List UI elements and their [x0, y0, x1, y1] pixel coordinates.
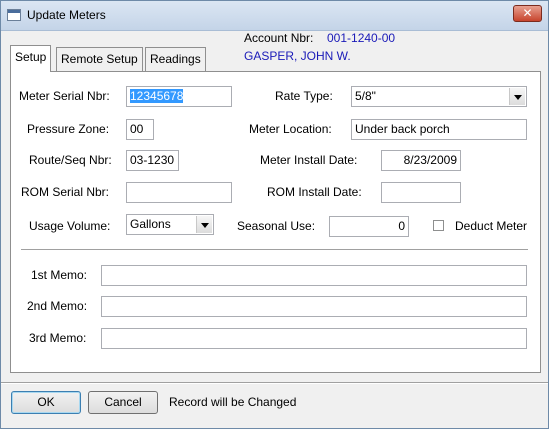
usage-volume-value: Gallons	[130, 217, 171, 231]
memo3-label: 3rd Memo:	[29, 331, 87, 345]
customer-name: GASPER, JOHN W.	[244, 49, 351, 63]
rate-type-select[interactable]: 5/8"	[351, 86, 527, 107]
footer-divider	[1, 382, 548, 384]
tab-remote-setup[interactable]: Remote Setup	[56, 47, 143, 71]
title-bar[interactable]: Update Meters ✕	[1, 1, 548, 31]
chevron-down-icon[interactable]	[196, 216, 212, 233]
window-title: Update Meters	[27, 8, 106, 22]
tab-readings[interactable]: Readings	[145, 47, 206, 71]
rom-serial-input[interactable]	[126, 182, 232, 203]
status-text: Record will be Changed	[169, 395, 297, 409]
memo2-input[interactable]	[101, 296, 527, 317]
meter-serial-input[interactable]: 12345678	[126, 86, 232, 107]
deduct-meter-checkbox[interactable]	[433, 220, 444, 231]
account-number-label: Account Nbr:	[244, 31, 314, 45]
rom-serial-label: ROM Serial Nbr:	[21, 185, 110, 199]
memo3-input[interactable]	[101, 328, 527, 349]
tab-setup[interactable]: Setup	[10, 45, 52, 72]
seasonal-use-input[interactable]: 0	[329, 216, 409, 237]
memo1-label: 1st Memo:	[31, 268, 88, 282]
pressure-zone-label: Pressure Zone:	[27, 122, 110, 136]
divider	[21, 249, 528, 251]
memo1-input[interactable]	[101, 265, 527, 286]
usage-volume-label: Usage Volume:	[29, 219, 111, 233]
close-button[interactable]: ✕	[513, 5, 542, 22]
install-date-input[interactable]: 8/23/2009	[381, 150, 461, 171]
cancel-button[interactable]: Cancel	[88, 391, 158, 414]
memo2-label: 2nd Memo:	[27, 299, 88, 313]
update-meters-window: Update Meters ✕ Account Nbr: 001-1240-00…	[0, 0, 549, 429]
pressure-zone-input[interactable]: 00	[126, 119, 154, 140]
meter-location-label: Meter Location:	[249, 122, 332, 136]
rate-type-label: Rate Type:	[275, 89, 333, 103]
account-number-value: 001-1240-00	[327, 31, 396, 45]
deduct-meter-label: Deduct Meter	[455, 219, 528, 233]
close-icon: ✕	[522, 6, 533, 20]
ok-button[interactable]: OK	[11, 391, 81, 414]
window-icon	[7, 9, 21, 21]
usage-volume-select[interactable]: Gallons	[126, 214, 214, 235]
rom-install-date-label: ROM Install Date:	[267, 185, 362, 199]
rom-install-date-input[interactable]	[381, 182, 461, 203]
install-date-label: Meter Install Date:	[260, 153, 358, 167]
meter-location-input[interactable]: Under back porch	[351, 119, 527, 140]
seasonal-use-label: Seasonal Use:	[237, 219, 316, 233]
chevron-down-icon[interactable]	[509, 88, 525, 105]
rate-type-value: 5/8"	[355, 89, 376, 103]
meter-serial-label: Meter Serial Nbr:	[19, 89, 110, 103]
route-seq-input[interactable]: 03-1230	[126, 150, 179, 171]
route-seq-label: Route/Seq Nbr:	[29, 153, 112, 167]
